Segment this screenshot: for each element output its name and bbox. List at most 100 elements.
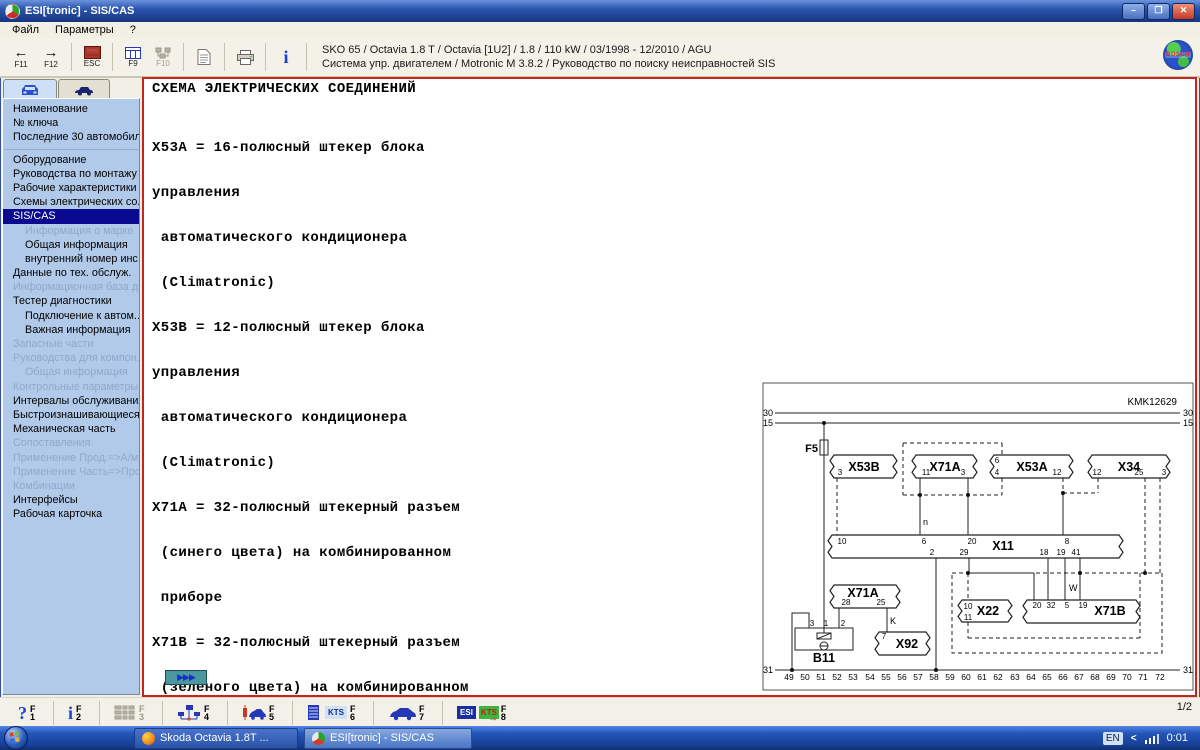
sidebar-item[interactable]: № ключа [3, 116, 139, 130]
pin-label: 20 [1033, 601, 1042, 610]
forward-button[interactable]: → F12 [36, 41, 66, 73]
rail-label: 15 [1183, 418, 1193, 428]
pin-label: 4 [995, 468, 1000, 477]
kts-device-button[interactable]: KTS F6 [307, 704, 359, 721]
sidebar-item[interactable]: Интервалы обслуживания [3, 394, 139, 408]
tab-vehicle-front[interactable] [3, 79, 57, 99]
title-bar: ESI[tronic] - SIS/CAS – ❐ ✕ [0, 0, 1200, 22]
browser-icon [142, 731, 155, 745]
scale-number: 52 [832, 672, 842, 682]
print-button[interactable] [230, 41, 260, 73]
pin-label: 2 [930, 548, 935, 557]
car-side-icon [75, 86, 93, 95]
pin-label: 6 [922, 537, 927, 546]
back-button[interactable]: ← F11 [6, 41, 36, 73]
info-button[interactable]: i [271, 41, 301, 73]
info-f2-button[interactable]: i F2 [68, 704, 85, 722]
scale-number: 53 [848, 672, 858, 682]
pin-label: 10 [964, 602, 973, 611]
esc-button[interactable]: ESC [77, 41, 107, 73]
sidebar-item[interactable]: Наименование [3, 102, 139, 116]
start-button[interactable] [4, 726, 28, 750]
sidebar-item[interactable]: Важная информация [3, 323, 139, 337]
junction-dot [1061, 491, 1065, 495]
connector-label: X92 [896, 637, 918, 651]
scale-number: 51 [816, 672, 826, 682]
sidebar-item[interactable]: Быстроизнашивающиеся ... [3, 408, 139, 422]
fkey-divider [292, 700, 294, 725]
tray-collapse-icon[interactable]: < [1131, 733, 1137, 744]
junction-dot [1143, 571, 1147, 575]
pin-label: 18 [1040, 548, 1049, 557]
taskbar-item-browser[interactable]: Skoda Octavia 1.8T ... [134, 727, 298, 749]
rail-label: 30 [763, 408, 773, 418]
bosch-logo: BOSCH [1163, 40, 1193, 70]
pin-label: 5 [1065, 601, 1070, 610]
junction-dot [966, 571, 970, 575]
fkey-divider [373, 700, 375, 725]
vehicle-button[interactable]: F7 [388, 704, 428, 721]
scale-number: 72 [1155, 672, 1165, 682]
component-location-button[interactable]: F5 [242, 704, 278, 721]
kts-badge: KTS [325, 706, 348, 719]
help-button[interactable]: ? F1 [18, 704, 39, 722]
sidebar-nav: Наименование № ключа Последние 30 автомо… [2, 98, 140, 695]
fkey-toolbar: ? F1 i F2 F3 F4 F5 KTS F6 F7 ESI KTS → F… [0, 697, 1200, 727]
menu-file[interactable]: Файл [4, 23, 47, 37]
sidebar-item[interactable]: внутренний номер инс... [3, 252, 139, 266]
rail-label: 15 [763, 418, 773, 428]
window-layout-button[interactable]: F9 [118, 41, 148, 73]
junction-dot [918, 493, 922, 497]
document-button[interactable] [189, 41, 219, 73]
wire-label: n [923, 517, 928, 527]
scale-number: 70 [1122, 672, 1132, 682]
maximize-button[interactable]: ❐ [1147, 2, 1170, 20]
esi-kts-button[interactable]: ESI KTS → F8 [457, 701, 510, 724]
sidebar-item[interactable]: Руководства по монтажу [3, 167, 139, 181]
scale-number: 68 [1090, 672, 1100, 682]
close-button[interactable]: ✕ [1172, 2, 1195, 20]
next-page-button[interactable]: ▶▶▶ [165, 670, 207, 685]
parts-list-icon [114, 705, 135, 719]
sidebar-item[interactable]: Интерфейсы [3, 493, 139, 507]
sidebar-item[interactable]: Данные по тех. обслуж. [3, 266, 139, 280]
sidebar-item[interactable]: Механическая часть [3, 422, 139, 436]
page-indicator: 1/2 [1176, 701, 1192, 713]
sidebar-item[interactable]: Последние 30 автомобилей [3, 130, 139, 144]
scale-number: 63 [1010, 672, 1020, 682]
wiring-diagram: KMK12629 30 30 15 15 31 31 F5 X53B X71A … [762, 382, 1194, 691]
sidebar-item[interactable]: Схемы электрических со... [3, 195, 139, 209]
kts-device-icon [308, 705, 320, 720]
sidebar-item: Контрольные параметры... [13, 380, 139, 393]
esitronic-icon [312, 731, 325, 745]
sidebar-item[interactable]: Рабочая карточка [3, 507, 139, 521]
rail-label: 31 [1183, 665, 1193, 675]
tab-vehicle-side[interactable] [58, 79, 110, 99]
taskbar-item-esitronic[interactable]: ESI[tronic] - SIS/CAS [304, 727, 472, 749]
junction-dot [966, 493, 970, 497]
sidebar-item: Руководства для компон... [13, 352, 139, 365]
menu-help[interactable]: ? [122, 23, 144, 37]
pin-label: 3 [961, 468, 966, 477]
sidebar-item-sis-cas[interactable]: SIS/CAS [3, 209, 139, 224]
scale-number: 50 [800, 672, 810, 682]
sidebar-item: Запасные части [13, 338, 94, 350]
app-icon [5, 3, 20, 19]
sidebar-item[interactable]: Рабочие характеристики [3, 181, 139, 195]
sidebar-item[interactable]: Общая информация [3, 238, 139, 252]
menu-options[interactable]: Параметры [47, 23, 122, 37]
connector-label: X71B [1094, 604, 1125, 618]
scale-number: 67 [1074, 672, 1084, 682]
sidebar-item[interactable]: Оборудование [3, 153, 139, 167]
language-indicator[interactable]: EN [1102, 731, 1123, 745]
window-layout-icon [125, 46, 141, 59]
pin-label: 7 [882, 632, 887, 641]
pin-label: 19 [1079, 601, 1088, 610]
pin-label: 3 [810, 619, 815, 628]
minimize-button[interactable]: – [1122, 2, 1145, 20]
scale-number: 54 [865, 672, 875, 682]
pin-label: 12 [1053, 468, 1062, 477]
sidebar-item[interactable]: Тестер диагностики [3, 294, 139, 308]
wiring-diagram-button[interactable]: F4 [177, 704, 213, 721]
sidebar-item[interactable]: Подключение к автом... [3, 309, 139, 323]
